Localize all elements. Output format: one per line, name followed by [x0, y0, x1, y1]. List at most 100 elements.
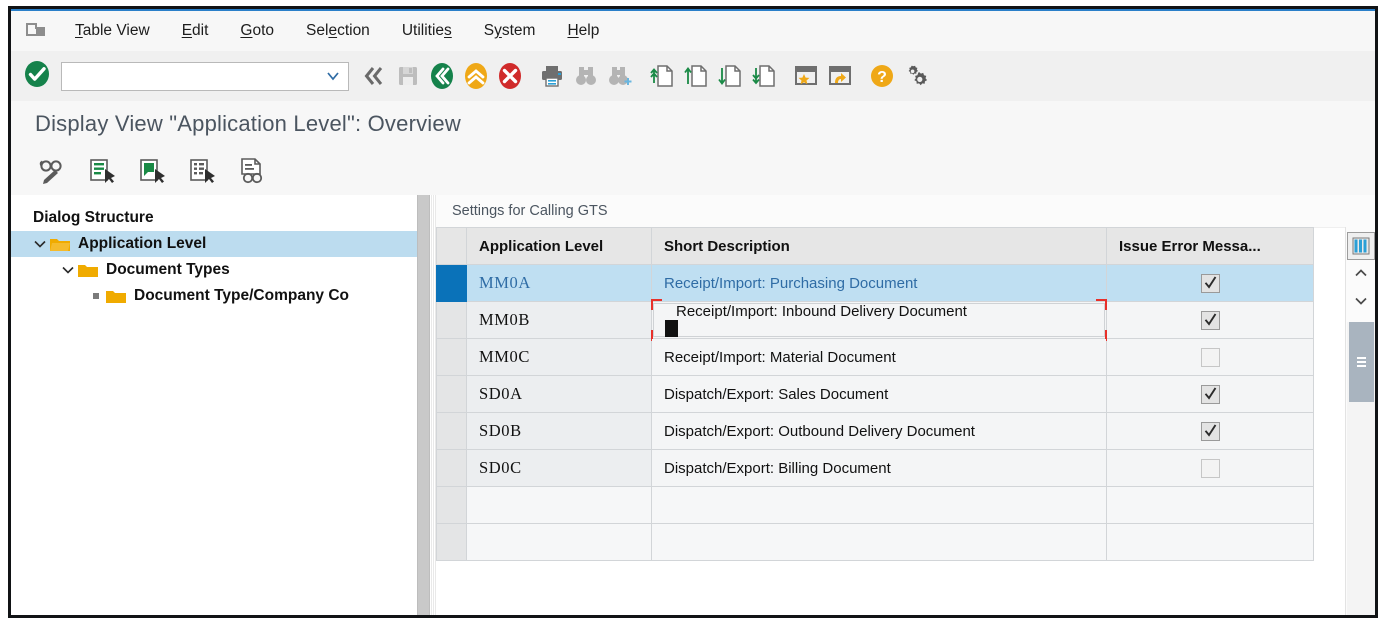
cell-short-description[interactable]: Dispatch/Export: Billing Document [651, 449, 1107, 487]
new-entries-icon[interactable] [83, 151, 123, 191]
gears-icon[interactable] [899, 56, 933, 96]
table-header-row: Application Level Short Description Issu… [436, 227, 1314, 265]
scroll-up-button[interactable] [1347, 262, 1375, 288]
sidebar-item-document-type-company-code[interactable]: Document Type/Company Co [11, 283, 417, 309]
cell-issue-error-message[interactable] [1106, 301, 1314, 339]
page-title-bar: Display View "Application Level": Overvi… [11, 101, 1375, 148]
menu-item-selection[interactable]: Selection [290, 11, 386, 51]
cell-issue-error-message[interactable] [1106, 412, 1314, 450]
panel-splitter[interactable] [417, 195, 430, 615]
table-row[interactable]: MM0A Receipt/Import: Purchasing Document [436, 264, 1314, 302]
cell-application-level[interactable]: MM0B [466, 301, 652, 339]
row-selector[interactable] [436, 264, 467, 302]
row-selector[interactable] [436, 301, 467, 339]
table-row[interactable]: MM0C Receipt/Import: Material Document [436, 338, 1314, 376]
cell-application-level[interactable]: SD0C [466, 449, 652, 487]
cell-application-level[interactable]: MM0A [466, 264, 652, 302]
scrollbar-thumb[interactable] [1349, 322, 1374, 402]
cell-issue-error-message[interactable] [1106, 486, 1314, 524]
menu-item-system[interactable]: System [468, 11, 552, 51]
save-floppy-icon[interactable] [391, 56, 425, 96]
issue-error-checkbox[interactable] [1200, 347, 1220, 367]
menu-item-utilities[interactable]: Utilities [386, 11, 468, 51]
window-arrow-icon[interactable] [823, 56, 857, 96]
copy-as-icon[interactable] [133, 151, 173, 191]
cell-application-level[interactable]: SD0A [466, 375, 652, 413]
column-header-application-level[interactable]: Application Level [466, 227, 652, 265]
column-header-issue-error-message[interactable]: Issue Error Messa... [1106, 227, 1314, 265]
table-row[interactable]: SD0C Dispatch/Export: Billing Document [436, 449, 1314, 487]
chevron-down-icon[interactable] [325, 69, 341, 87]
cell-short-description[interactable]: Dispatch/Export: Sales Document [651, 375, 1107, 413]
row-selector[interactable] [436, 523, 467, 561]
issue-error-checkbox[interactable] [1200, 421, 1220, 441]
cell-issue-error-message[interactable] [1106, 264, 1314, 302]
doc-down-double-icon[interactable] [747, 56, 781, 96]
table-row[interactable]: SD0B Dispatch/Export: Outbound Delivery … [436, 412, 1314, 450]
column-config-icon[interactable] [1346, 232, 1375, 260]
row-selector[interactable] [436, 412, 467, 450]
cell-value: MM0A [479, 273, 531, 292]
row-selector[interactable] [436, 375, 467, 413]
sidebar-item-application-level[interactable]: Application Level [11, 231, 417, 257]
cell-issue-error-message[interactable] [1106, 375, 1314, 413]
back-chevrons-icon[interactable] [357, 56, 391, 96]
window-star-icon[interactable] [789, 56, 823, 96]
issue-error-checkbox[interactable] [1200, 273, 1220, 293]
document-glasses-icon[interactable] [233, 151, 273, 191]
doc-up-double-icon[interactable] [645, 56, 679, 96]
scroll-down-button[interactable] [1347, 290, 1375, 316]
printer-icon[interactable] [535, 56, 569, 96]
select-entries-icon[interactable] [183, 151, 223, 191]
cell-issue-error-message[interactable] [1106, 449, 1314, 487]
glasses-pencil-icon[interactable] [33, 151, 73, 191]
menu-item-help[interactable]: Help [551, 11, 615, 51]
page-title: Display View "Application Level": Overvi… [35, 111, 461, 136]
chevron-down-icon[interactable] [59, 265, 77, 275]
cell-application-level[interactable] [466, 486, 652, 524]
doc-up-icon[interactable] [679, 56, 713, 96]
table-row-empty[interactable] [436, 486, 1314, 524]
red-cancel-circle-icon[interactable] [493, 56, 527, 96]
help-question-icon[interactable]: ? [865, 56, 899, 96]
menu-item-edit[interactable]: Edit [166, 11, 225, 51]
cell-short-description[interactable]: Receipt/Import: Purchasing Document [651, 264, 1107, 302]
table-row-empty[interactable] [436, 523, 1314, 561]
vertical-scrollbar[interactable] [1347, 322, 1375, 615]
cell-application-level[interactable] [466, 523, 652, 561]
cell-application-level[interactable]: MM0C [466, 338, 652, 376]
issue-error-checkbox[interactable] [1200, 458, 1220, 478]
cell-short-description[interactable]: Dispatch/Export: Outbound Delivery Docum… [651, 412, 1107, 450]
row-selector[interactable] [436, 449, 467, 487]
issue-error-checkbox[interactable] [1200, 310, 1220, 330]
chevron-down-icon [1353, 294, 1369, 312]
cell-short-description[interactable]: Receipt/Import: Material Document [651, 338, 1107, 376]
menu-item-table-view[interactable]: Table View [59, 11, 166, 51]
system-menu-icon[interactable] [25, 22, 47, 40]
issue-error-checkbox[interactable] [1200, 384, 1220, 404]
binoculars-plus-icon[interactable] [603, 56, 637, 96]
doc-down-icon[interactable] [713, 56, 747, 96]
select-all-header[interactable] [436, 227, 467, 265]
chevron-down-icon[interactable] [31, 239, 49, 249]
command-field[interactable] [61, 61, 349, 91]
column-header-short-description[interactable]: Short Description [651, 227, 1107, 265]
cell-application-level[interactable]: SD0B [466, 412, 652, 450]
cell-short-description-focused[interactable]: Receipt/Import: Inbound Delivery Documen… [651, 299, 1107, 341]
cell-short-description[interactable] [651, 523, 1107, 561]
cell-short-description[interactable] [651, 486, 1107, 524]
table-row[interactable]: SD0A Dispatch/Export: Sales Document [436, 375, 1314, 413]
enter-ok-icon[interactable] [23, 60, 51, 93]
grid-table-wrap: Application Level Short Description Issu… [436, 227, 1375, 615]
orange-up-circle-icon[interactable] [459, 56, 493, 96]
row-selector[interactable] [436, 338, 467, 376]
table-row[interactable]: MM0B Receipt/Import: Inbound Delivery Do… [436, 299, 1314, 341]
sidebar-item-document-types[interactable]: Document Types [11, 257, 417, 283]
green-back-circle-icon[interactable] [425, 56, 459, 96]
binoculars-icon[interactable] [569, 56, 603, 96]
cell-issue-error-message[interactable] [1106, 523, 1314, 561]
cell-issue-error-message[interactable] [1106, 338, 1314, 376]
command-input[interactable] [66, 64, 328, 88]
row-selector[interactable] [436, 486, 467, 524]
menu-item-goto[interactable]: Goto [224, 11, 290, 51]
